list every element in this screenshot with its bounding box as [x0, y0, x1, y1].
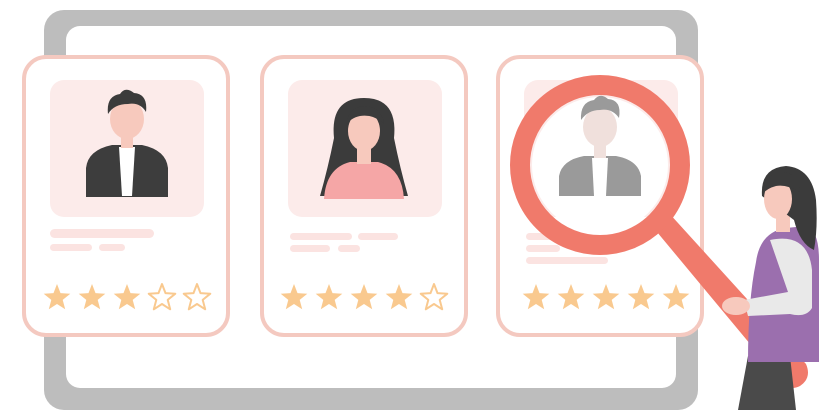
detail-line-c	[572, 257, 608, 264]
detail-line-c	[338, 245, 360, 252]
name-line	[290, 233, 352, 240]
detail-line-a	[526, 245, 560, 252]
candidate-card-2[interactable]	[260, 55, 468, 337]
detail-line-a	[358, 233, 398, 240]
candidate-card-1[interactable]	[22, 55, 230, 337]
detail-line-b	[290, 245, 330, 252]
detail-line-b	[99, 244, 125, 251]
candidate-review-illustration	[22, 10, 819, 410]
name-line	[50, 229, 154, 238]
illustration-stage	[0, 0, 819, 410]
detail-line-a	[50, 244, 92, 251]
